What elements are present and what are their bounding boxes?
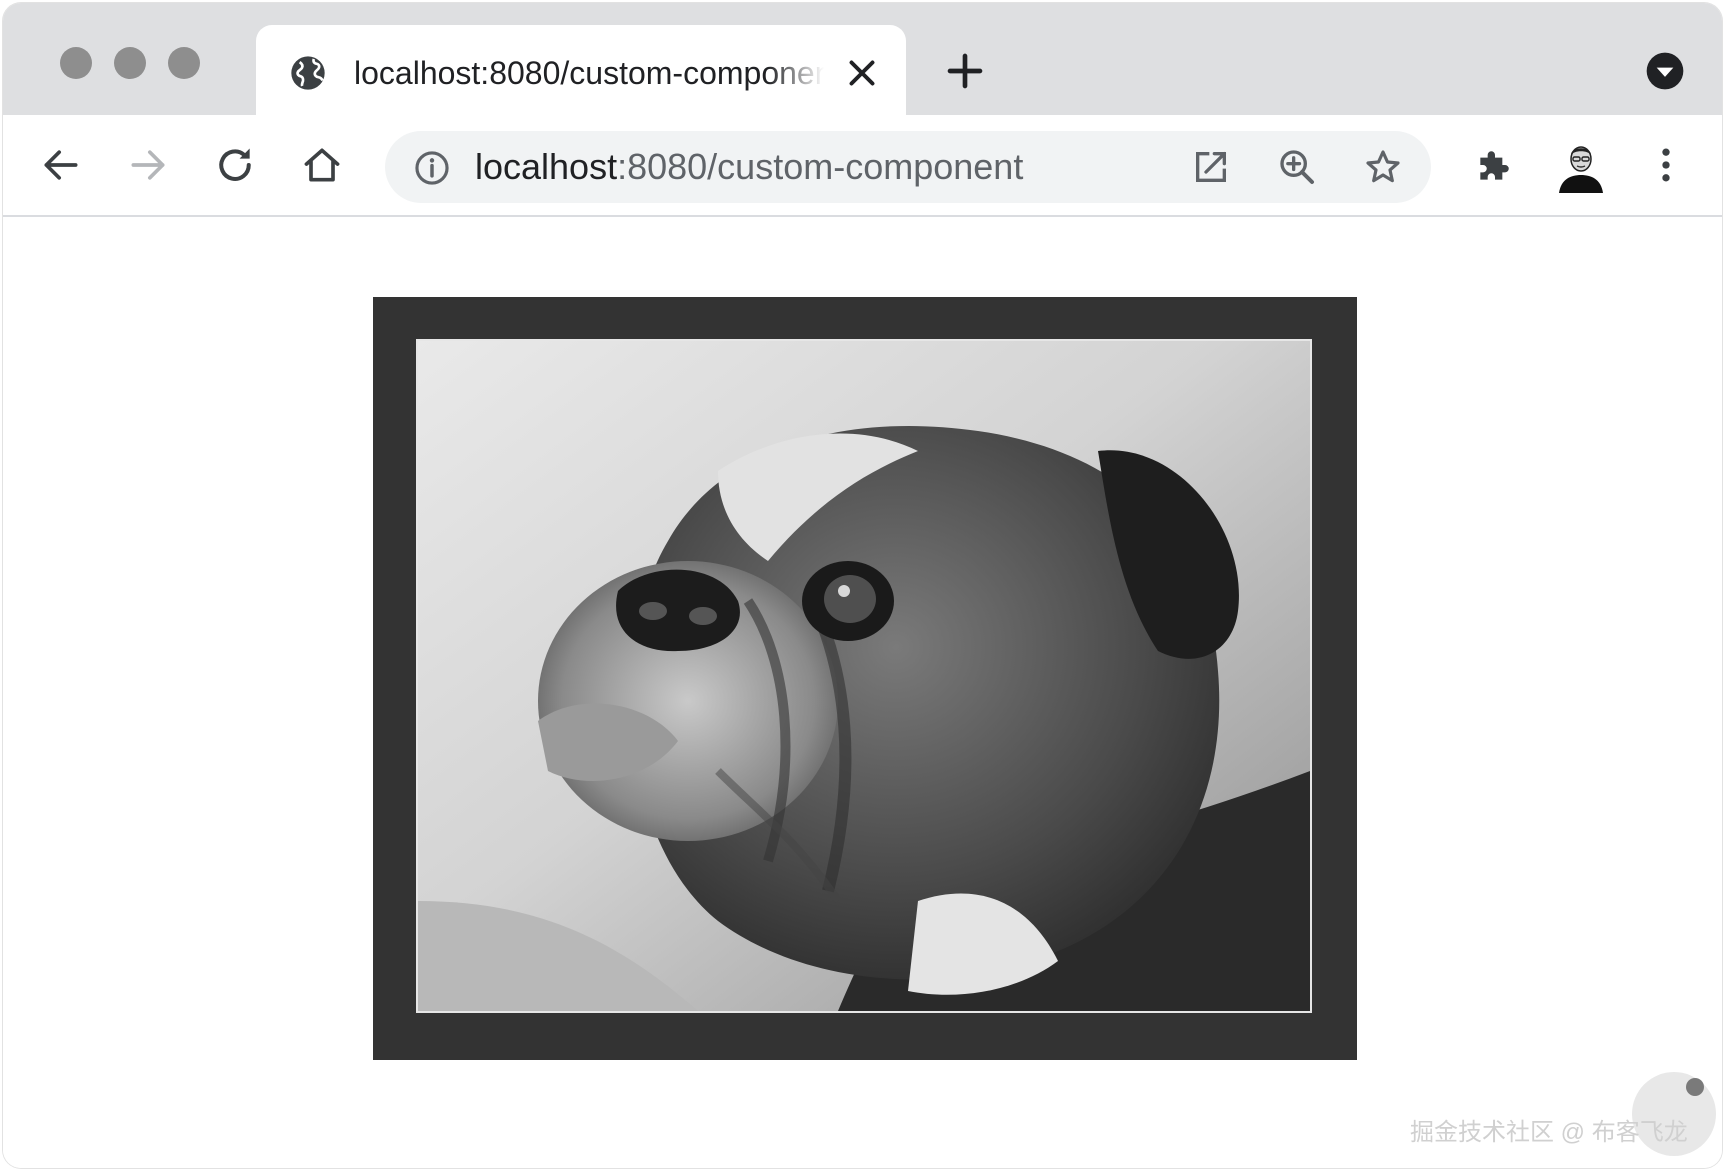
extensions-icon[interactable] <box>1473 143 1517 187</box>
more-vert-icon[interactable] <box>1644 143 1688 187</box>
home-icon[interactable] <box>300 143 344 187</box>
reload-icon[interactable] <box>213 143 257 187</box>
url-host: localhost <box>475 146 618 187</box>
plus-icon[interactable] <box>945 51 985 91</box>
dog-photo <box>416 339 1312 1013</box>
bulldog-image <box>418 341 1310 1011</box>
watermark-dot <box>1686 1078 1704 1096</box>
forward-arrow-icon[interactable] <box>126 143 170 187</box>
close-window-button[interactable] <box>60 47 92 79</box>
avatar[interactable] <box>1555 137 1607 193</box>
back-arrow-icon[interactable] <box>39 143 83 187</box>
address-bar[interactable]: localhost:8080/custom-component <box>385 131 1431 203</box>
page-content <box>3 217 1722 1168</box>
star-icon[interactable] <box>1363 147 1403 187</box>
watermark-text: 掘金技术社区 @ 布客飞龙 <box>1410 1119 1688 1146</box>
url-path: :8080/custom-component <box>617 146 1024 187</box>
image-frame <box>373 297 1357 1060</box>
zoom-in-icon[interactable] <box>1277 147 1317 187</box>
tab-title: localhost:8080/custom-component <box>354 55 824 91</box>
url-text[interactable]: localhost:8080/custom-component <box>475 145 1023 189</box>
open-in-new-icon[interactable] <box>1191 147 1231 187</box>
info-icon[interactable] <box>413 149 451 187</box>
toolbar: localhost:8080/custom-component <box>3 115 1722 217</box>
maximize-window-button[interactable] <box>168 47 200 79</box>
globe-icon <box>288 53 328 93</box>
browser-window: localhost:8080/custom-component localhos… <box>3 3 1722 1168</box>
close-icon[interactable] <box>844 55 880 91</box>
tab-strip: localhost:8080/custom-component <box>3 3 1722 117</box>
minimize-window-button[interactable] <box>114 47 146 79</box>
chevron-down-circle-icon[interactable] <box>1645 51 1685 91</box>
tab-active[interactable]: localhost:8080/custom-component <box>256 25 906 117</box>
